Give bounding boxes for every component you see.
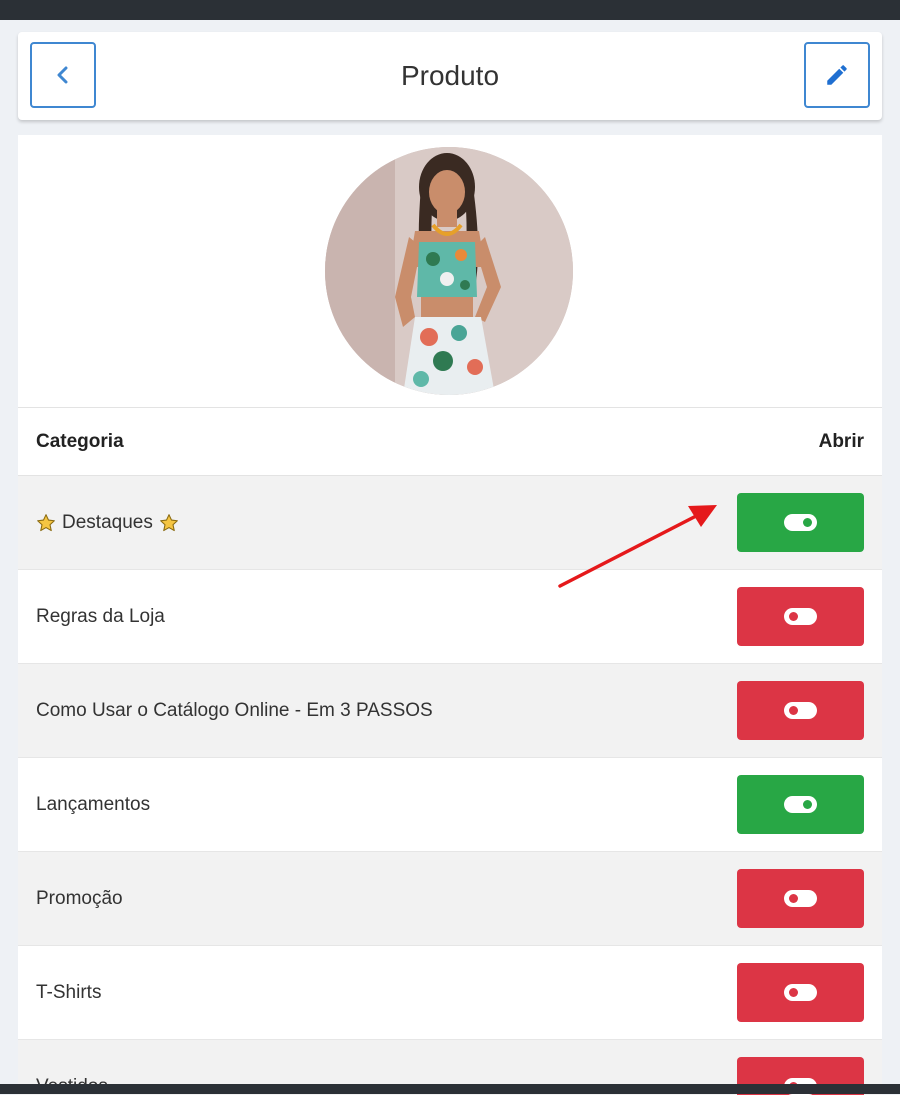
toggle-button-off[interactable]	[737, 963, 864, 1022]
bottom-bar	[0, 1084, 900, 1094]
table-row: T-Shirts	[18, 946, 882, 1040]
table-row: Lançamentos	[18, 758, 882, 852]
product-photo[interactable]	[325, 147, 573, 395]
page-header: Produto	[18, 32, 882, 120]
table-row: Como Usar o Catálogo Online - Em 3 PASSO…	[18, 664, 882, 758]
category-name: Como Usar o Catálogo Online - Em 3 PASSO…	[36, 700, 433, 722]
column-header-open: Abrir	[819, 431, 864, 453]
product-image-section	[18, 135, 882, 408]
toggle-button-off[interactable]	[737, 587, 864, 646]
table-row: Promoção	[18, 852, 882, 946]
star-icon	[36, 513, 56, 533]
table-row: Destaques	[18, 476, 882, 570]
chevron-left-icon	[56, 66, 70, 84]
toggle-off-icon	[784, 608, 817, 625]
toggle-off-icon	[784, 984, 817, 1001]
category-name: Regras da Loja	[36, 606, 165, 628]
toggle-button-off[interactable]	[737, 681, 864, 740]
product-card: Categoria Abrir Destaques Regras da Loja…	[18, 135, 882, 1095]
category-label: Destaques	[36, 512, 179, 534]
category-name: Promoção	[36, 888, 123, 910]
category-name: T-Shirts	[36, 982, 101, 1004]
toggle-button-off[interactable]	[737, 869, 864, 928]
toggle-button-on[interactable]	[737, 493, 864, 552]
product-photo-image	[325, 147, 573, 395]
column-header-category: Categoria	[36, 431, 124, 453]
top-app-bar	[0, 0, 900, 20]
star-icon	[159, 513, 179, 533]
table-row: Regras da Loja	[18, 570, 882, 664]
category-name: Lançamentos	[36, 794, 150, 816]
table-header: Categoria Abrir	[18, 408, 882, 476]
back-button[interactable]	[30, 42, 96, 108]
edit-button[interactable]	[804, 42, 870, 108]
toggle-button-on[interactable]	[737, 775, 864, 834]
category-name: Destaques	[62, 512, 153, 534]
pencil-icon	[824, 62, 850, 88]
toggle-on-icon	[784, 514, 817, 531]
toggle-on-icon	[784, 796, 817, 813]
page-title: Produto	[18, 32, 882, 120]
toggle-off-icon	[784, 890, 817, 907]
toggle-off-icon	[784, 702, 817, 719]
